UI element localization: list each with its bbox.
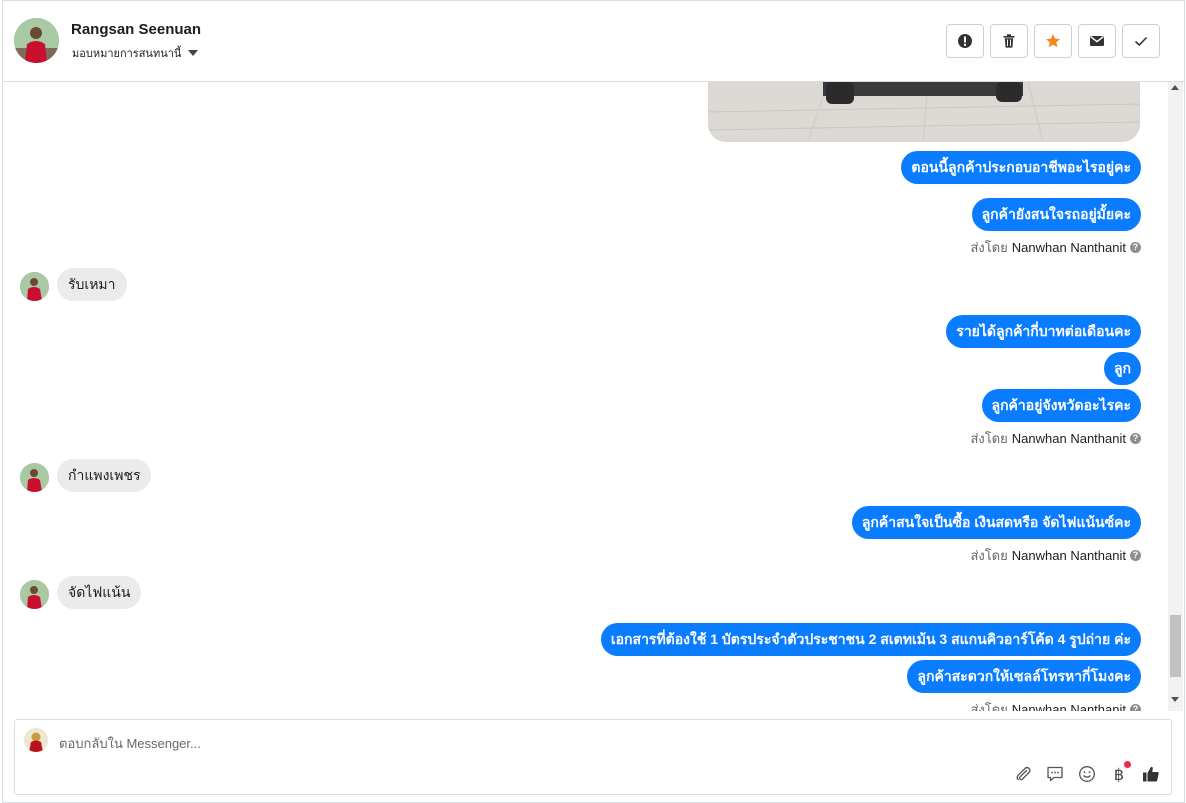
sent-by-prefix: ส่งโดย <box>970 431 1008 446</box>
sent-by-agent[interactable]: Nanwhan Nanthanit <box>1012 702 1126 711</box>
emoji-button[interactable] <box>1077 764 1097 784</box>
sent-by-prefix: ส่งโดย <box>970 702 1008 711</box>
notification-dot <box>1124 761 1131 768</box>
message-outgoing[interactable]: ลูกค้ายังสนใจรถอยู่มั้ยคะ <box>971 198 1141 231</box>
delete-button[interactable] <box>990 24 1028 58</box>
conversation-header: Rangsan Seenuan มอบหมายการสนทนานี้ <box>3 1 1184 82</box>
trash-icon <box>1003 34 1015 48</box>
sent-by-prefix: ส่งโดย <box>970 240 1008 255</box>
sent-by-label: ส่งโดย Nanwhan Nanthanit ? <box>970 237 1141 258</box>
message-incoming[interactable]: กำแพงเพชร <box>57 459 152 492</box>
smiley-icon <box>1079 766 1095 782</box>
report-button[interactable] <box>946 24 984 58</box>
help-icon[interactable]: ? <box>1130 550 1141 561</box>
message-outgoing[interactable]: ลูกค้าอยู่จังหวัดอะไรคะ <box>981 389 1141 422</box>
message-outgoing[interactable]: ลูก <box>1103 352 1141 385</box>
message-outgoing[interactable]: ลูกค้าสะดวกให้เซลล์โทรหากี่โมงคะ <box>907 660 1141 693</box>
message-thread[interactable]: ตอนนี้ลูกค้าประกอบอาชีพอะไรอยู่คะ ลูกค้า… <box>3 82 1168 711</box>
messenger-conversation-panel: Rangsan Seenuan มอบหมายการสนทนานี้ ตอนนี… <box>2 0 1185 803</box>
envelope-icon <box>1090 36 1104 46</box>
message-outgoing[interactable]: ตอนนี้ลูกค้าประกอบอาชีพอะไรอยู่คะ <box>901 151 1141 184</box>
shared-car-photo[interactable] <box>708 82 1140 142</box>
check-icon <box>1134 36 1148 47</box>
help-icon[interactable]: ? <box>1130 433 1141 444</box>
send-like-button[interactable] <box>1141 764 1161 784</box>
assign-label: มอบหมายการสนทนานี้ <box>72 48 182 60</box>
sent-by-agent[interactable]: Nanwhan Nanthanit <box>1012 548 1126 563</box>
star-icon <box>1046 34 1060 48</box>
help-icon[interactable]: ? <box>1130 242 1141 253</box>
reply-composer: ฿ <box>14 719 1172 795</box>
contact-avatar-small <box>20 463 49 492</box>
sent-by-label: ส่งโดย Nanwhan Nanthanit ? <box>970 699 1141 711</box>
message-incoming[interactable]: รับเหมา <box>57 268 127 301</box>
saved-replies-button[interactable] <box>1045 764 1065 784</box>
contact-avatar-small <box>20 272 49 301</box>
caret-down-icon <box>188 50 199 56</box>
assign-conversation-dropdown[interactable]: มอบหมายการสนทนานี้ <box>72 44 199 62</box>
payment-button[interactable]: ฿ <box>1109 761 1131 784</box>
composer-tools: ฿ <box>1013 761 1161 784</box>
conversation-actions <box>946 24 1160 58</box>
sent-by-agent[interactable]: Nanwhan Nanthanit <box>1012 240 1126 255</box>
scrollbar-thumb[interactable] <box>1170 615 1181 677</box>
chat-bubble-icon <box>1047 766 1063 782</box>
contact-avatar[interactable] <box>14 18 59 63</box>
message-outgoing[interactable]: ลูกค้าสนใจเป็นซื้อ เงินสดหรือ จัดไฟแน้นซ… <box>851 506 1141 539</box>
sent-by-prefix: ส่งโดย <box>970 548 1008 563</box>
scroll-down-arrow-icon[interactable] <box>1171 697 1179 702</box>
baht-icon: ฿ <box>1113 764 1125 784</box>
mark-done-button[interactable] <box>1122 24 1160 58</box>
reply-input[interactable] <box>59 734 759 752</box>
attach-button[interactable] <box>1013 764 1033 784</box>
thread-scrollbar[interactable] <box>1168 82 1183 711</box>
contact-name[interactable]: Rangsan Seenuan <box>71 21 201 38</box>
scroll-up-arrow-icon[interactable] <box>1171 85 1179 90</box>
alert-icon <box>958 34 972 48</box>
mark-unread-button[interactable] <box>1078 24 1116 58</box>
page-avatar <box>24 728 48 752</box>
contact-avatar-small <box>20 580 49 609</box>
message-incoming[interactable]: จัดไฟแน้น <box>57 576 142 609</box>
thumbs-up-icon <box>1143 766 1159 782</box>
message-outgoing[interactable]: รายได้ลูกค้ากี่บาทต่อเดือนคะ <box>946 315 1141 348</box>
help-icon[interactable]: ? <box>1130 704 1141 711</box>
message-outgoing[interactable]: เอกสารที่ต้องใช้ 1 บัตรประจำตัวประชาชน 2… <box>600 623 1141 656</box>
star-button[interactable] <box>1034 24 1072 58</box>
paperclip-icon <box>1016 766 1031 781</box>
sent-by-agent[interactable]: Nanwhan Nanthanit <box>1012 431 1126 446</box>
sent-by-label: ส่งโดย Nanwhan Nanthanit ? <box>970 545 1141 566</box>
sent-by-label: ส่งโดย Nanwhan Nanthanit ? <box>970 428 1141 449</box>
